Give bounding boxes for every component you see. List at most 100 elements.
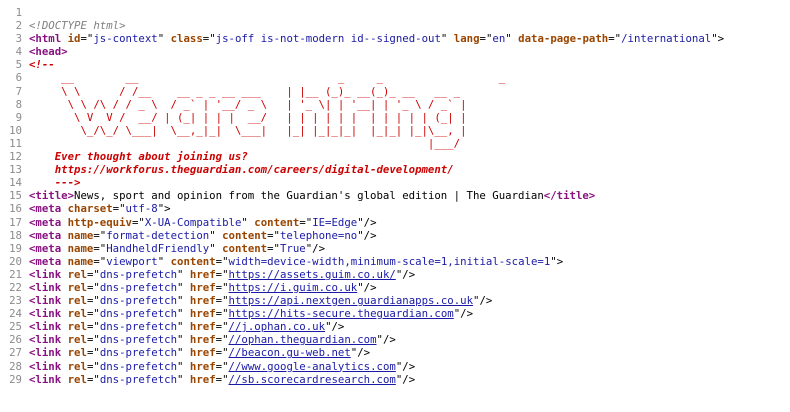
line-number: 26 (9, 333, 22, 347)
code-token: <link (29, 267, 62, 281)
code-token: rel (67, 320, 87, 334)
code-token: "/> (395, 359, 416, 373)
code-token: HandheldFriendly (106, 241, 210, 255)
code-token: "/> (350, 346, 371, 360)
line-number: 18 (9, 228, 22, 242)
code-token: " (505, 32, 519, 46)
code-token: href (189, 359, 216, 373)
line-number: 1 (15, 6, 22, 19)
code-token: "/> (395, 267, 416, 281)
code-token: href (189, 346, 216, 360)
source-line: 23 <link rel="dns-prefetch" href="https:/… (0, 294, 790, 307)
code-token: dns-prefetch (99, 333, 178, 347)
source-link[interactable]: https://hits-secure.theguardian.com (229, 307, 454, 320)
code-token: /international (621, 32, 712, 46)
line-code: __ __ _ _ _ (29, 71, 602, 84)
code-token: =" (86, 333, 100, 347)
line-number: 20 (9, 254, 22, 268)
code-token: content (170, 254, 216, 268)
code-token: \ V V / __/ | (_| | | | __/ | | | | | | … (29, 110, 467, 124)
line-code: <!-- (29, 58, 55, 71)
code-token: " (177, 320, 190, 334)
code-token: =" (215, 267, 229, 281)
source-line: 1 (0, 6, 790, 19)
code-token: "/> (453, 307, 474, 321)
source-link[interactable]: //www.google-analytics.com (229, 360, 396, 373)
line-code: <meta name="viewport" content="width=dev… (29, 255, 563, 268)
code-token: <link (29, 372, 62, 386)
code-token: content (254, 215, 300, 229)
source-link[interactable]: https://assets.guim.co.uk/ (229, 268, 396, 281)
code-token: data-page-path (518, 32, 609, 46)
code-token: =" (93, 241, 107, 255)
line-number: 5 (15, 58, 22, 72)
code-token: =" (86, 359, 100, 373)
code-token: "/> (357, 280, 377, 294)
source-line: 12 Ever thought about joining us? (0, 150, 790, 163)
code-token: =" (202, 32, 216, 46)
source-line: 5 <!-- (0, 58, 790, 71)
code-token: =" (215, 359, 229, 373)
source-link[interactable]: //ophan.theguardian.com (229, 333, 377, 346)
source-line: 7 \ \ / /__ __ _ _ __ ___ | |__ (_)_ __(… (0, 85, 790, 98)
code-token: "> (157, 202, 171, 216)
code-token: \ \ / /__ __ _ _ __ ___ | |__ (_)_ __(_)… (29, 84, 467, 98)
code-token: " (177, 333, 190, 347)
code-token: utf-8 (125, 202, 158, 216)
code-token: dns-prefetch (99, 267, 178, 281)
code-token: <meta (29, 228, 62, 242)
source-line: 22 <link rel="dns-prefetch" href="https:/… (0, 281, 790, 294)
line-code: <meta name="HandheldFriendly" content="T… (29, 242, 325, 255)
code-token: <title> (29, 189, 75, 203)
source-line: 10 \_/\_/ \___| \__,_|_| \___| |_| |_|_|… (0, 124, 790, 137)
line-code: \ \ /\ / / _ \ / _` | '__/ _ \ | '_ \| |… (29, 98, 467, 111)
code-token: News, sport and opinion from the Guardia… (74, 189, 544, 203)
code-token: <meta (29, 215, 62, 229)
code-token: <html (29, 32, 62, 46)
code-token: " (177, 346, 190, 360)
source-link[interactable]: //sb.scorecardresearch.com (229, 373, 396, 386)
line-code: ---> (29, 176, 81, 190)
code-token: =" (93, 228, 107, 242)
line-number: 12 (9, 150, 22, 164)
source-link[interactable]: //j.ophan.co.uk (229, 320, 326, 333)
source-link[interactable]: //beacon.gu-web.net (229, 346, 351, 359)
code-token: <meta (29, 241, 62, 255)
code-token: <link (29, 359, 62, 373)
line-code: Ever thought about joining us? (29, 150, 248, 163)
line-code: <link rel="dns-prefetch" href="https://h… (29, 307, 473, 320)
code-token: =" (215, 254, 229, 268)
line-code: <link rel="dns-prefetch" href="https://a… (29, 294, 492, 307)
code-token: =" (479, 32, 493, 46)
source-link[interactable]: https://i.guim.co.uk (229, 281, 358, 294)
code-token: Ever thought about joining us? (29, 150, 248, 164)
code-token: " (177, 267, 190, 281)
line-number: 28 (9, 359, 22, 373)
line-code: <meta http-equiv="X-UA-Compatible" conte… (29, 216, 377, 229)
code-token: <link (29, 320, 62, 334)
code-token: rel (67, 294, 87, 308)
source-link[interactable]: https://api.nextgen.guardianapps.co.uk (229, 294, 474, 307)
line-number: 16 (9, 202, 22, 216)
source-line: 4 <head> (0, 45, 790, 58)
code-token: =" (215, 280, 229, 294)
source-line: 8 \ \ /\ / / _ \ / _` | '__/ _ \ | '_ \|… (0, 98, 790, 111)
source-line: 20 <meta name="viewport" content="width=d… (0, 255, 790, 268)
line-code: <link rel="dns-prefetch" href="//j.ophan… (29, 320, 344, 333)
source-line: 17 <meta http-equiv="X-UA-Compatible" con… (0, 216, 790, 229)
code-token: =" (215, 307, 229, 321)
line-code: \ \ / /__ __ _ _ __ ___ | |__ (_)_ __(_)… (29, 85, 467, 98)
code-token: =" (86, 346, 100, 360)
source-line: 6 __ __ _ _ _ (0, 71, 790, 84)
line-code: <meta charset="utf-8"> (29, 202, 171, 215)
code-token: js-context (93, 32, 158, 46)
code-token: ---> (29, 176, 81, 190)
line-number: 19 (9, 241, 22, 255)
source-line: 15 <title>News, sport and opinion from th… (0, 189, 790, 202)
code-token: id (67, 32, 81, 46)
code-token: |___/ (29, 136, 467, 150)
line-number: 14 (9, 176, 22, 190)
line-number: 21 (9, 267, 22, 281)
code-token: =" (215, 333, 229, 347)
line-number: 11 (9, 136, 22, 150)
